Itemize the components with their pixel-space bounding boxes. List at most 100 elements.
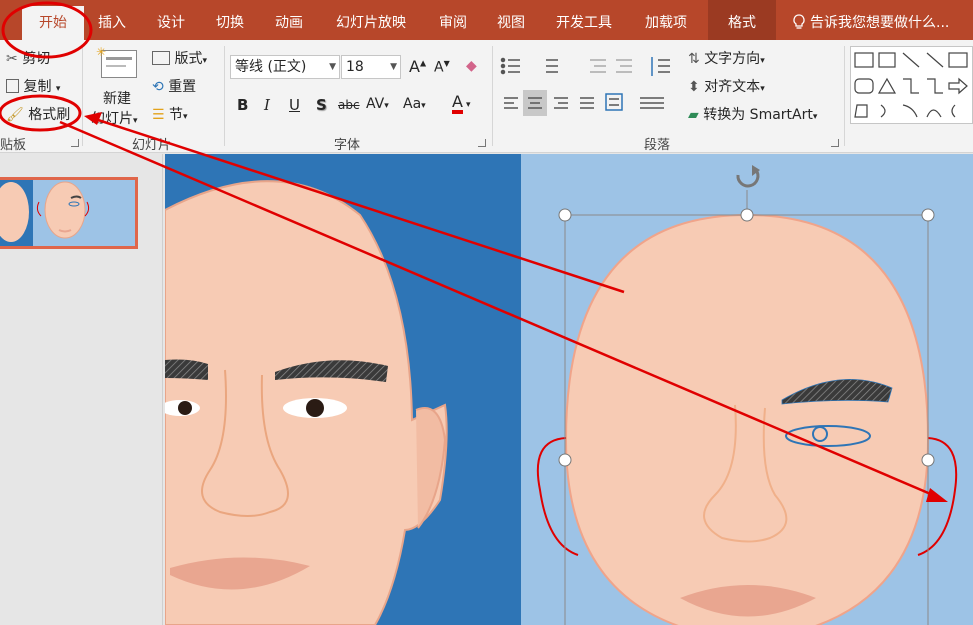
section-dropdown-icon: ▾	[183, 112, 188, 122]
tab-slide-show[interactable]: 幻灯片放映	[325, 0, 417, 40]
paintbrush-icon: 🖌	[6, 107, 24, 123]
slide-thumbnail[interactable]	[0, 177, 138, 249]
indent-icons	[590, 59, 632, 73]
character-spacing-label: AV	[366, 96, 385, 112]
align-text-icon: ⬍	[688, 79, 700, 95]
character-spacing-button[interactable]: AV▾	[366, 96, 389, 112]
font-name-value: 等线 (正文)	[235, 59, 307, 75]
reset-button[interactable]: ⟲ 重置	[152, 76, 196, 96]
font-color-dropdown-icon: ▾	[465, 100, 471, 110]
slide-thumbnail-panel	[0, 154, 163, 625]
italic-button[interactable]: I	[264, 96, 270, 114]
layout-label: 版式	[174, 51, 203, 67]
align-text-button[interactable]: ⬍ 对齐文本▾	[688, 76, 765, 96]
cut-button[interactable]: ✂ 剪切	[6, 48, 50, 68]
clipboard-launcher-icon[interactable]	[71, 139, 79, 147]
tab-view[interactable]: 视图	[486, 0, 536, 40]
ribbon-tab-bar: 开始 插入 设计 切换 动画 幻灯片放映 审阅 视图 开发工具 加载项 格式 告…	[0, 0, 973, 40]
copy-icon	[6, 79, 19, 93]
format-painter-button[interactable]: 🖌 格式刷	[6, 104, 70, 124]
font-size-value: 18	[346, 59, 364, 75]
font-launcher-icon[interactable]	[478, 139, 486, 147]
tab-transitions[interactable]: 切换	[205, 0, 255, 40]
font-name-combo[interactable]: 等线 (正文) ▼	[230, 55, 340, 79]
copy-dropdown-icon[interactable]: ▾	[56, 84, 61, 94]
cut-label: 剪切	[22, 51, 51, 67]
font-color-button[interactable]: A ▾	[452, 92, 470, 114]
shadow-button[interactable]: S	[316, 96, 327, 114]
tell-me-box[interactable]: 告诉我您想要做什么...	[792, 0, 949, 40]
scissors-icon: ✂	[6, 51, 18, 67]
underline-button[interactable]: U	[289, 96, 300, 114]
convert-smartart-dropdown-icon: ▾	[812, 112, 818, 122]
tab-format[interactable]: 格式	[708, 0, 776, 40]
layout-button[interactable]: 版式▾	[152, 48, 207, 68]
align-text-dropdown-icon: ▾	[760, 84, 765, 94]
convert-smartart-button[interactable]: ▰ 转换为 SmartArt▾	[688, 104, 817, 124]
clipboard-group-label: 贴板	[0, 138, 27, 153]
grow-font-label: A	[409, 57, 420, 76]
change-case-button[interactable]: Aa▾	[403, 96, 426, 112]
tab-home[interactable]: 开始	[22, 6, 84, 40]
bullets-icon	[500, 57, 520, 75]
reset-icon: ⟲	[152, 79, 164, 95]
alignment-icons	[504, 90, 664, 116]
divider	[844, 46, 845, 146]
font-group-label: 字体	[334, 138, 361, 153]
line-spacing-icon	[651, 57, 670, 76]
shapes-gallery[interactable]	[850, 46, 973, 124]
text-direction-icon: ⇅	[688, 51, 700, 67]
section-button[interactable]: ☰ 节▾	[152, 104, 188, 124]
copy-label: 复制	[23, 79, 52, 95]
section-icon: ☰	[152, 107, 165, 123]
smartart-icon: ▰	[688, 107, 699, 123]
font-size-dropdown-icon[interactable]: ▼	[390, 56, 397, 78]
tab-animations[interactable]: 动画	[264, 0, 314, 40]
lightbulb-icon	[793, 14, 805, 29]
change-case-dropdown-icon: ▾	[421, 101, 426, 111]
tell-me-text: 告诉我您想要做什么...	[810, 15, 950, 31]
divider	[82, 46, 83, 146]
slide-canvas[interactable]	[165, 154, 973, 625]
text-direction-dropdown-icon: ▾	[760, 56, 765, 66]
strikethrough-button[interactable]: abc	[338, 98, 360, 112]
tab-add-ins[interactable]: 加载项	[630, 0, 702, 40]
paragraph-launcher-icon[interactable]	[831, 139, 839, 147]
tab-developer[interactable]: 开发工具	[546, 0, 622, 40]
font-size-combo[interactable]: 18 ▼	[341, 55, 401, 79]
copy-button[interactable]: 复制 ▾	[6, 76, 60, 96]
shrink-font-label: A	[434, 59, 444, 76]
slides-group-label: 幻灯片	[132, 138, 172, 153]
new-slide-icon[interactable]: ✳	[96, 45, 137, 78]
new-slide-dropdown-icon: ▾	[133, 116, 138, 126]
slide-thumbnail-preview	[0, 180, 90, 246]
bold-button[interactable]: B	[237, 96, 248, 114]
paragraph-buttons-icons	[500, 57, 670, 116]
numbering-icon	[546, 59, 558, 73]
layout-dropdown-icon: ▾	[202, 56, 207, 66]
divider	[224, 46, 225, 146]
format-painter-label: 格式刷	[28, 107, 71, 123]
layout-icon	[152, 51, 170, 65]
align-text-label: 对齐文本	[704, 79, 761, 95]
paragraph-group-label: 段落	[644, 138, 671, 153]
new-slide-button[interactable]: 幻灯片▾	[91, 108, 138, 128]
convert-smartart-label: 转换为 SmartArt	[703, 107, 813, 123]
text-direction-button[interactable]: ⇅ 文字方向▾	[688, 48, 765, 68]
font-name-dropdown-icon[interactable]: ▼	[329, 56, 336, 78]
change-case-label: Aa	[403, 96, 422, 112]
character-spacing-dropdown-icon: ▾	[384, 101, 389, 111]
reset-label: 重置	[168, 79, 197, 95]
shapes-gallery-icons	[854, 52, 968, 118]
grow-font-button[interactable]: A▲	[409, 57, 426, 76]
clear-formatting-icon[interactable]: ◆	[466, 58, 477, 74]
divider	[492, 46, 493, 146]
tab-insert[interactable]: 插入	[88, 0, 136, 40]
tab-review[interactable]: 审阅	[428, 0, 478, 40]
ribbon: ✂ 剪切 复制 ▾ 🖌 格式刷 贴板 ✳ 新建 幻灯片▾ 版式▾ ⟲ 重置 ☰ …	[0, 40, 973, 153]
shrink-font-button[interactable]: A▼	[434, 59, 450, 76]
tab-design[interactable]: 设计	[146, 0, 196, 40]
text-direction-label: 文字方向	[704, 51, 761, 67]
font-color-label: A	[452, 93, 463, 114]
new-slide-label-1[interactable]: 新建	[103, 88, 131, 108]
